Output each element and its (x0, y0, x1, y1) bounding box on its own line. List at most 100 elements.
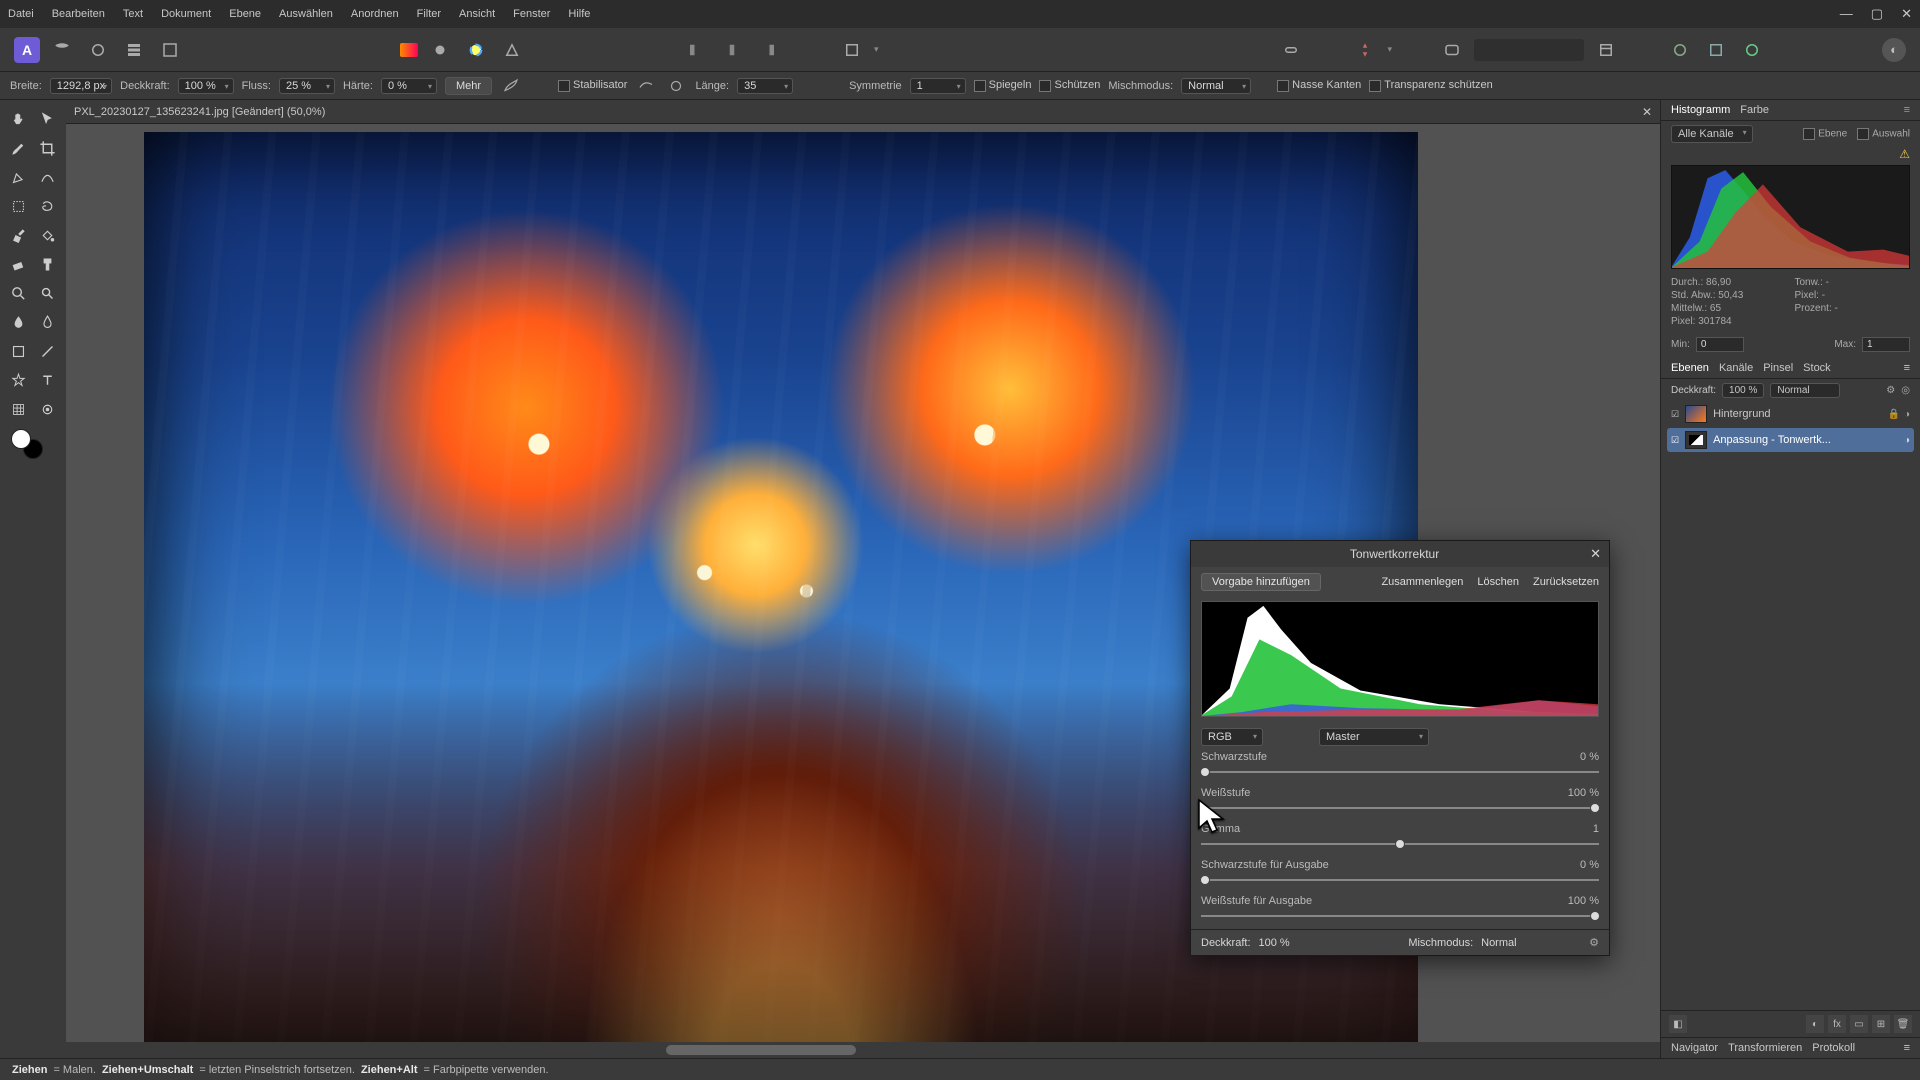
adjust-btn-icon[interactable]: ◐ (1806, 1015, 1824, 1033)
marquee-tool-icon[interactable] (5, 193, 31, 219)
symmetrie-field[interactable]: 1▾ (910, 78, 966, 94)
foreground-color-icon[interactable] (11, 429, 31, 449)
merge-button[interactable]: Zusammenlegen (1381, 576, 1463, 588)
persona-export-icon[interactable] (156, 36, 184, 64)
color-picker-tool-icon[interactable] (35, 396, 61, 422)
mischmodus-field[interactable]: Normal▾ (1181, 78, 1251, 94)
deckkraft-field[interactable]: 100 %▾ (178, 78, 234, 94)
preview-icon[interactable] (1438, 36, 1466, 64)
delete-button[interactable]: Löschen (1477, 576, 1519, 588)
star-tool-icon[interactable] (5, 367, 31, 393)
link-icon[interactable] (1277, 36, 1305, 64)
layer-fx-icon[interactable]: ◎ (1901, 385, 1910, 396)
dlg-gear-icon[interactable]: ⚙ (1589, 936, 1599, 949)
menu-anordnen[interactable]: Anordnen (351, 8, 399, 20)
tab-protokoll[interactable]: Protokoll (1812, 1042, 1855, 1054)
tab-kanaele[interactable]: Kanäle (1719, 362, 1753, 374)
menu-datei[interactable]: Datei (8, 8, 34, 20)
group-btn-icon[interactable]: ▭ (1850, 1015, 1868, 1033)
layer-blendmode-select[interactable]: Normal (1770, 383, 1840, 398)
refine-icon[interactable] (498, 36, 526, 64)
laenge-field[interactable]: 35▾ (737, 78, 793, 94)
gamma-slider[interactable]: Gamma1 (1191, 821, 1609, 857)
fill-tool-icon[interactable] (35, 222, 61, 248)
persona-liquify-icon[interactable] (84, 36, 112, 64)
eraser-tool-icon[interactable] (5, 251, 31, 277)
move-tool-icon[interactable] (35, 106, 61, 132)
color-wheel-icon[interactable] (462, 36, 490, 64)
align-right-icon[interactable] (754, 36, 782, 64)
crop-ratio-icon[interactable] (838, 36, 866, 64)
schwarzstufe-ausgabe-slider[interactable]: Schwarzstufe für Ausgabe0 % (1191, 857, 1609, 893)
menu-text[interactable]: Text (123, 8, 143, 20)
document-tab[interactable]: PXL_20230127_135623241.jpg [Geändert] (5… (74, 106, 325, 118)
layer-deck-field[interactable]: 100 % (1722, 383, 1764, 398)
weissstufe-slider[interactable]: Weißstufe100 % (1191, 785, 1609, 821)
shape-tool-icon[interactable] (5, 338, 31, 364)
dodge-tool-icon[interactable] (35, 280, 61, 306)
selection-swatch-icon[interactable] (400, 43, 418, 57)
min-field[interactable]: 0 (1696, 337, 1744, 352)
color-model-select[interactable]: RGB (1201, 728, 1263, 746)
tab-pinsel[interactable]: Pinsel (1763, 362, 1793, 374)
menu-fenster[interactable]: Fenster (513, 8, 550, 20)
menu-filter[interactable]: Filter (417, 8, 441, 20)
bottom-panel-menu-icon[interactable]: ≡ (1904, 1042, 1910, 1054)
account-avatar[interactable]: ◐ (1882, 38, 1906, 62)
smudge-tool-icon[interactable] (5, 309, 31, 335)
sync-1-icon[interactable] (1666, 36, 1694, 64)
breite-field[interactable]: 1292,8 px▾ (50, 78, 112, 94)
fx-btn-icon[interactable]: fx (1828, 1015, 1846, 1033)
persona-photo-icon[interactable] (48, 36, 76, 64)
tab-ebenen[interactable]: Ebenen (1671, 362, 1709, 374)
minimize-icon[interactable]: — (1840, 6, 1853, 22)
menu-dokument[interactable]: Dokument (161, 8, 211, 20)
layer-tonwert[interactable]: ☑ Anpassung - Tonwertk... ◑ (1667, 428, 1914, 452)
crop-tool-icon[interactable] (35, 135, 61, 161)
lock-icon[interactable]: 🔒 (1888, 409, 1900, 420)
tab-histogramm[interactable]: Histogramm (1671, 104, 1730, 116)
menu-bearbeiten[interactable]: Bearbeiten (52, 8, 105, 20)
mehr-button[interactable]: Mehr (445, 77, 492, 95)
arrange-3-icon[interactable] (1528, 39, 1555, 67)
dlg-mix-select[interactable]: Normal (1481, 937, 1581, 949)
visibility-icon[interactable]: ☑ (1671, 409, 1679, 420)
rope-stab-icon[interactable] (635, 72, 657, 100)
visibility-icon[interactable]: ☑ (1671, 435, 1679, 446)
schuetzen-checkbox[interactable]: Schützen (1039, 79, 1100, 91)
clone-tool-icon[interactable] (35, 251, 61, 277)
reset-button[interactable]: Zurücksetzen (1533, 576, 1599, 588)
node-tool-icon[interactable] (35, 164, 61, 190)
align-left-icon[interactable] (682, 36, 710, 64)
paint-brush-icon[interactable] (5, 222, 31, 248)
haerte-field[interactable]: 0 %▾ (381, 78, 437, 94)
text-tool-icon[interactable] (35, 367, 61, 393)
zoom-tool-icon[interactable] (5, 280, 31, 306)
quickmask-icon[interactable] (426, 36, 454, 64)
hand-tool-icon[interactable] (5, 106, 31, 132)
stabilisator-checkbox[interactable]: Stabilisator (558, 79, 627, 91)
tab-navigator[interactable]: Navigator (1671, 1042, 1718, 1054)
window-stab-icon[interactable] (665, 72, 687, 100)
schwarzstufe-slider[interactable]: Schwarzstufe0 % (1191, 749, 1609, 785)
horizontal-scrollbar[interactable] (66, 1042, 1660, 1058)
tab-stock[interactable]: Stock (1803, 362, 1831, 374)
preset-add-button[interactable]: Vorgabe hinzufügen (1201, 573, 1321, 591)
layers-panel-menu-icon[interactable]: ≡ (1904, 362, 1910, 374)
histogram-channel-select[interactable]: Alle Kanäle (1671, 125, 1753, 143)
brush-settings-icon[interactable] (500, 72, 522, 100)
vector-brush-icon[interactable] (35, 338, 61, 364)
mask-btn-icon[interactable]: ◧ (1669, 1015, 1687, 1033)
add-layer-icon[interactable]: ⊞ (1872, 1015, 1890, 1033)
menu-ebene[interactable]: Ebene (229, 8, 261, 20)
delete-layer-icon[interactable]: 🗑 (1894, 1015, 1912, 1033)
layer-hintergrund[interactable]: ☑ Hintergrund 🔒◑ (1667, 402, 1914, 426)
align-center-icon[interactable] (718, 36, 746, 64)
persona-develop-icon[interactable] (120, 36, 148, 64)
dialog-titlebar[interactable]: Tonwertkorrektur ✕ (1191, 541, 1609, 567)
layer-gear-icon[interactable]: ⚙ (1886, 385, 1895, 396)
freehand-select-icon[interactable] (35, 193, 61, 219)
brush-tool-icon[interactable] (5, 135, 31, 161)
arrange-2-icon[interactable] (1501, 39, 1528, 67)
nasse-kanten-checkbox[interactable]: Nasse Kanten (1277, 79, 1361, 91)
